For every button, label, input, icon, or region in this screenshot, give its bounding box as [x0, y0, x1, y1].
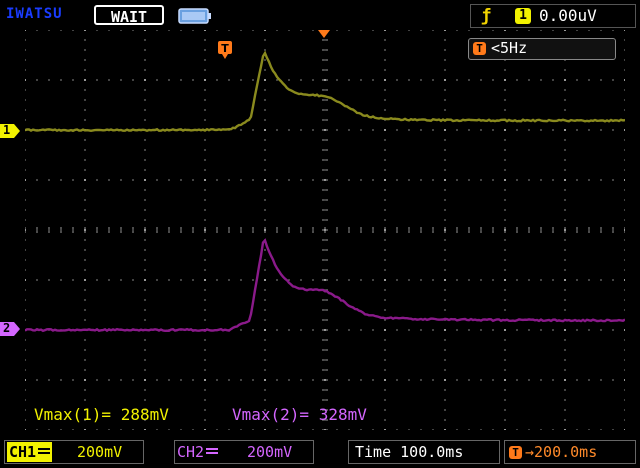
trigger-position-icon[interactable]: [318, 30, 330, 40]
frequency-readout: T <5Hz: [468, 38, 616, 60]
trigger-marker-icon[interactable]: T: [217, 40, 233, 60]
ch1-marker-label: 1: [3, 123, 10, 137]
timebase-readout: Time 100.0ms: [355, 442, 463, 462]
ch2-label: CH2: [177, 442, 218, 462]
ch1-scale: 200mV: [77, 442, 122, 462]
brand-logo: IWATSU: [6, 6, 63, 22]
trigger-level: 0.00uV: [539, 6, 597, 25]
trigger-delay-box[interactable]: T →200.0ms: [504, 440, 636, 464]
top-status-bar: IWATSU WAIT ƒ 1 0.00uV: [0, 0, 640, 30]
ch2-scale: 200mV: [247, 442, 292, 462]
ch2-scale-box[interactable]: CH2 200mV: [174, 440, 314, 464]
trigger-delay: →200.0ms: [525, 442, 597, 462]
trigger-icon: T: [509, 446, 522, 459]
ch2-vmax-measurement: Vmax(2)= 328mV: [232, 405, 367, 424]
dc-coupling-icon: [206, 448, 218, 458]
bottom-settings-bar: CH1 200mV CH2 200mV Time 100.0ms T →200.…: [0, 436, 640, 468]
trigger-source-badge: 1: [515, 8, 531, 24]
frequency-value: <5Hz: [491, 39, 527, 57]
ch1-scale-box[interactable]: CH1 200mV: [4, 440, 144, 464]
dc-coupling-icon: [38, 448, 50, 458]
waveform-display[interactable]: [25, 30, 625, 430]
graticule: [25, 30, 625, 430]
ch1-vmax-measurement: Vmax(1)= 288mV: [34, 405, 169, 424]
svg-text:T: T: [221, 42, 229, 55]
trigger-info-panel[interactable]: ƒ 1 0.00uV: [470, 4, 636, 28]
ch1-label: CH1: [7, 442, 52, 462]
ch2-marker-label: 2: [3, 321, 10, 335]
ch2-ground-marker[interactable]: 2: [0, 322, 22, 336]
trigger-icon: T: [473, 42, 486, 55]
ch1-ground-marker[interactable]: 1: [0, 124, 22, 138]
acquisition-status[interactable]: WAIT: [94, 5, 164, 25]
battery-icon: [178, 8, 212, 24]
rising-edge-icon: ƒ: [481, 6, 491, 26]
timebase-box[interactable]: Time 100.0ms: [348, 440, 500, 464]
